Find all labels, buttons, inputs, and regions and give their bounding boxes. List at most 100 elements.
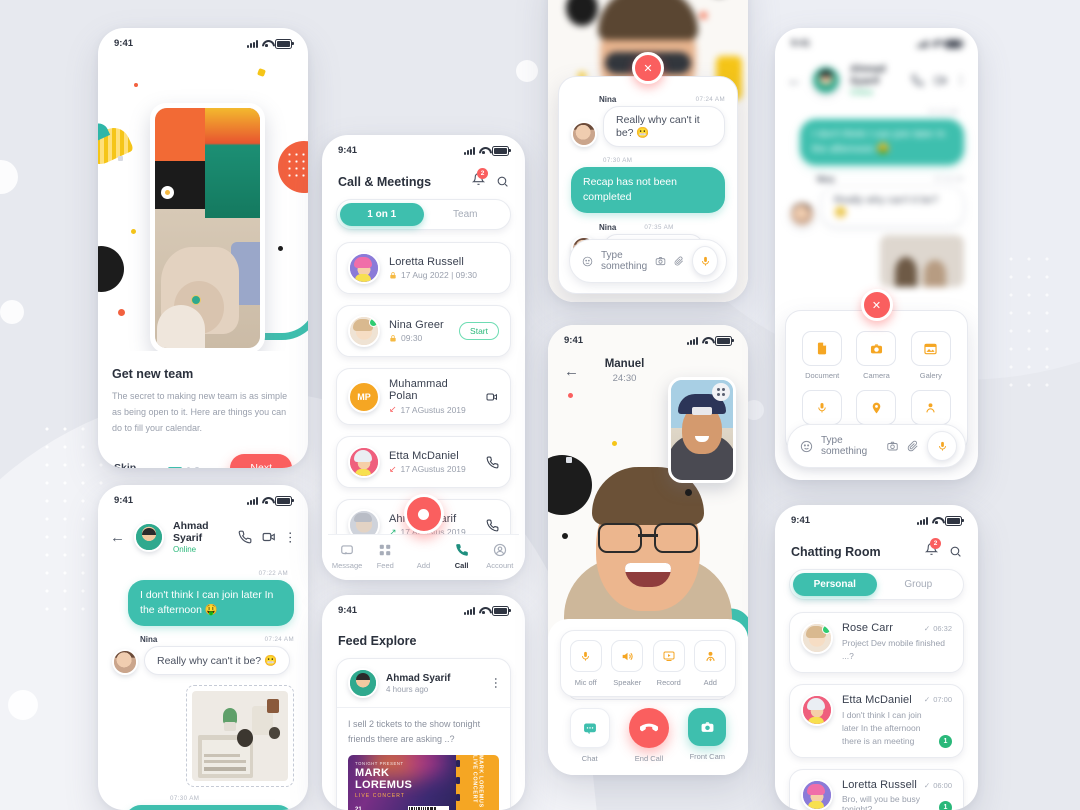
- table-row[interactable]: Nina Greer 09:30 Start: [336, 305, 511, 360]
- more-icon[interactable]: ⋯: [954, 74, 968, 86]
- search-icon[interactable]: [949, 545, 962, 558]
- back-arrow-icon[interactable]: ←: [787, 73, 802, 88]
- rooms-list: Rose Carr ✓ 06:32 Project Dev mobile fin…: [775, 600, 978, 810]
- mic-button[interactable]: [692, 246, 718, 276]
- read-check-icon: ✓: [923, 623, 931, 633]
- table-row[interactable]: MP Muhammad Polan ↙ 17 AGustus 2019: [336, 368, 511, 428]
- phone-icon[interactable]: [911, 74, 924, 87]
- person-icon: [493, 543, 506, 557]
- chat-button[interactable]: Chat: [569, 708, 610, 763]
- avatar[interactable]: [134, 522, 164, 552]
- status-time: 9:41: [338, 605, 358, 616]
- phone-icon[interactable]: [238, 530, 252, 544]
- sidebar-item-message[interactable]: Message: [328, 543, 366, 570]
- avatar[interactable]: [789, 201, 815, 228]
- more-icon[interactable]: ⋯: [283, 531, 298, 544]
- mic-button[interactable]: [927, 431, 957, 461]
- avatar[interactable]: [348, 315, 380, 347]
- camera-icon[interactable]: [655, 255, 666, 267]
- screen-call-meetings: 9:41 Call & Meetings 2 1 on 1 Team Loret…: [322, 135, 525, 580]
- table-row[interactable]: Etta McDaniel ↙ 17 AGustus 2019: [336, 436, 511, 491]
- add-person-button[interactable]: Add: [694, 640, 727, 687]
- close-attachment-button[interactable]: ✕: [860, 289, 893, 321]
- feed-post-card[interactable]: Ahmad Syarif 4 hours ago ⋯ I sell 2 tick…: [336, 658, 511, 810]
- front-cam-icon: [701, 721, 714, 732]
- avatar[interactable]: [801, 779, 833, 810]
- avatar[interactable]: [348, 446, 380, 478]
- onboarding-body: The secret to making new team is as simp…: [112, 391, 288, 433]
- tab-personal[interactable]: Personal: [793, 573, 877, 596]
- camera-icon[interactable]: [886, 440, 899, 452]
- phone-icon: [455, 544, 468, 556]
- image-attachment[interactable]: [880, 235, 964, 288]
- page-dot-2[interactable]: [186, 466, 191, 468]
- speaker-button[interactable]: Speaker: [611, 640, 644, 687]
- tab-1-on-1[interactable]: 1 on 1: [340, 203, 424, 226]
- close-popup-button[interactable]: ✕: [632, 52, 664, 84]
- tab-group[interactable]: Group: [877, 573, 961, 596]
- status-time: 9:41: [114, 38, 134, 49]
- notifications-button[interactable]: 2: [471, 168, 488, 191]
- avatar[interactable]: [801, 693, 833, 726]
- message-input-bar[interactable]: Type something: [787, 424, 966, 468]
- avatar[interactable]: [801, 622, 833, 654]
- screen-chat-detail: 9:41 ← Ahmad Syarif Online ⋯ 07:22 AM I …: [98, 485, 308, 810]
- table-row[interactable]: Loretta Russell 17 Aug 2022 | 09:30: [336, 242, 511, 297]
- sidebar-item-call[interactable]: Call: [443, 543, 481, 570]
- contact-name: Loretta Russell: [842, 779, 917, 792]
- back-arrow-icon[interactable]: ←: [110, 530, 125, 545]
- attachment-galery[interactable]: Galery: [909, 331, 953, 380]
- list-item[interactable]: Rose Carr ✓ 06:32 Project Dev mobile fin…: [789, 612, 964, 675]
- action-label: End Call: [634, 754, 664, 763]
- emoji-icon[interactable]: [582, 255, 593, 268]
- video-icon[interactable]: [933, 74, 948, 87]
- avatar[interactable]: [811, 65, 841, 95]
- sidebar-item-feed[interactable]: Feed: [366, 543, 404, 570]
- mic-off-button[interactable]: Mic off: [569, 640, 602, 687]
- end-call-button[interactable]: End Call: [628, 708, 669, 763]
- record-button[interactable]: Record: [652, 640, 685, 687]
- notifications-button[interactable]: 2: [924, 538, 941, 561]
- tab-team[interactable]: Team: [424, 203, 508, 226]
- post-ticket-image[interactable]: TONIGHT PRESENT MARK LOREMUS LIVE CONCER…: [348, 754, 499, 810]
- message-input[interactable]: Type something: [821, 435, 878, 457]
- search-icon[interactable]: [496, 175, 509, 188]
- next-button[interactable]: Next: [230, 454, 292, 468]
- list-item[interactable]: Loretta Russell ✓ 06:00 Bro, will you be…: [789, 769, 964, 810]
- message-time: 07:30 AM: [603, 157, 633, 164]
- avatar[interactable]: [348, 252, 380, 284]
- skip-button[interactable]: Skip: [114, 462, 136, 468]
- page-dot-3[interactable]: [195, 466, 199, 468]
- more-icon[interactable]: ⋯: [489, 677, 503, 689]
- avatar[interactable]: [112, 649, 138, 676]
- message-sender: Nina: [599, 223, 617, 233]
- attachment-camera[interactable]: Camera: [854, 331, 898, 380]
- avatar[interactable]: [571, 121, 597, 147]
- add-fab-button[interactable]: [403, 494, 444, 534]
- list-item[interactable]: Etta McDaniel ✓ 07:00 I don't think I ca…: [789, 683, 964, 761]
- attachment-document[interactable]: Document: [800, 331, 844, 380]
- front-cam-button[interactable]: Front Cam: [688, 708, 727, 763]
- avatar-initials[interactable]: MP: [348, 380, 380, 413]
- avatar[interactable]: [348, 668, 378, 698]
- attach-icon[interactable]: [907, 440, 919, 452]
- screen-attachment: 9:41 ← Ahmad Syarif Online ⋯ 07:22 AM I …: [775, 28, 978, 480]
- video-icon[interactable]: [485, 391, 499, 403]
- video-icon[interactable]: [261, 530, 277, 544]
- image-attachment[interactable]: [186, 685, 294, 788]
- back-arrow-icon[interactable]: ←: [564, 364, 579, 379]
- phone-icon[interactable]: [486, 456, 499, 469]
- sidebar-item-add[interactable]: Add: [404, 543, 442, 570]
- message-preview: Bro, will you be busy tonight?: [842, 794, 920, 810]
- attach-icon[interactable]: [674, 255, 684, 267]
- status-time: 9:41: [791, 515, 811, 526]
- emoji-icon[interactable]: [800, 440, 813, 453]
- start-button[interactable]: Start: [459, 322, 499, 340]
- message-input-bar[interactable]: Type something: [569, 239, 727, 283]
- message-input[interactable]: Type something: [601, 250, 647, 272]
- sidebar-item-account[interactable]: Account: [481, 543, 519, 570]
- page-dot-active[interactable]: [167, 466, 182, 468]
- phone-icon[interactable]: [486, 519, 499, 532]
- confetti-teal-arc: [263, 289, 308, 340]
- wifi-icon: [479, 147, 488, 154]
